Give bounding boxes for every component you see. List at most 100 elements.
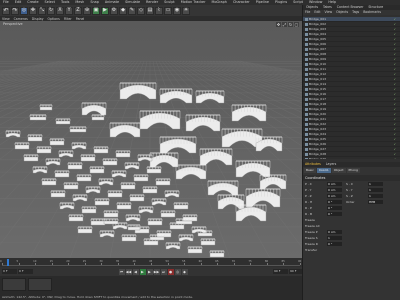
material-slot[interactable]	[28, 278, 52, 291]
undo-icon[interactable]: ↶	[2, 6, 10, 15]
autokey-icon[interactable]: ◎	[174, 268, 181, 275]
attribute-head-tab[interactable]: Layers	[324, 162, 339, 167]
object-menu-item[interactable]: File	[303, 10, 312, 15]
next-frame-icon[interactable]: ▶	[146, 268, 153, 275]
attribute-tab[interactable]: Coord.	[316, 168, 331, 173]
visibility-icon[interactable]: ✓	[393, 127, 396, 131]
viewport-menu-item[interactable]: Filter	[62, 17, 74, 21]
visibility-icon[interactable]: ✓	[393, 112, 396, 116]
property-value[interactable]: 1	[327, 236, 342, 240]
camera-icon[interactable]: ◉	[173, 6, 181, 15]
property-value[interactable]: 0 °	[327, 206, 342, 210]
goto-start-icon[interactable]: ⏮	[118, 268, 125, 275]
floor-icon[interactable]: ▭	[164, 6, 172, 15]
material-slot[interactable]	[2, 278, 26, 291]
visibility-icon[interactable]: ✓	[393, 117, 396, 121]
move-tool-icon[interactable]: ✥	[29, 6, 37, 15]
visibility-icon[interactable]: ✓	[393, 82, 396, 86]
property-value[interactable]: 0 °	[327, 242, 342, 246]
x-axis-icon[interactable]: X	[56, 6, 64, 15]
property-value[interactable]: 1	[368, 182, 383, 186]
render-picture-icon[interactable]: ▶	[101, 6, 109, 15]
property-value[interactable]: 0 cm	[327, 230, 342, 234]
redo-icon[interactable]: ↷	[11, 6, 19, 15]
visibility-icon[interactable]: ✓	[393, 132, 396, 136]
viewport-menu-item[interactable]: View	[0, 17, 12, 21]
visibility-icon[interactable]: ✓	[393, 32, 396, 36]
visibility-icon[interactable]: ✓	[393, 47, 396, 51]
prev-key-icon[interactable]: ◀◀	[125, 268, 132, 275]
next-key-icon[interactable]: ▶▶	[153, 268, 160, 275]
timeline[interactable]: 0 5 10 15 20 25 30 35 40 45 50 55 60 65 70 75 80 85 90	[0, 258, 302, 267]
object-menu-item[interactable]: Objects	[334, 10, 350, 15]
start-frame-field[interactable]: 0 F	[18, 269, 33, 274]
attribute-tab[interactable]: Object	[331, 168, 346, 173]
current-frame-field[interactable]: 0 F	[2, 269, 17, 274]
visibility-icon[interactable]: ✓	[393, 152, 396, 156]
visibility-icon[interactable]: ✓	[393, 52, 396, 56]
cube-icon[interactable]: ◆	[119, 6, 127, 15]
property-value[interactable]: 0 cm	[327, 182, 342, 186]
visibility-icon[interactable]: ✓	[393, 87, 396, 91]
visibility-icon[interactable]: ✓	[393, 27, 396, 31]
property-value[interactable]: 0 cm	[327, 194, 342, 198]
maximize-icon[interactable]: ▢	[294, 22, 299, 27]
object-menu-item[interactable]: View	[323, 10, 335, 15]
attribute-tab[interactable]: Phong	[346, 168, 360, 173]
property-value[interactable]: 1	[368, 188, 383, 192]
property-value[interactable]: 1	[368, 194, 383, 198]
visibility-icon[interactable]: ✓	[393, 57, 396, 61]
object-menu-item[interactable]: Tags	[350, 10, 361, 15]
render-view-icon[interactable]: ▣	[92, 6, 100, 15]
object-menu-item[interactable]: Bookmarks	[361, 10, 383, 15]
visibility-icon[interactable]: ✓	[393, 102, 396, 106]
viewport-menu-item[interactable]: Display	[30, 17, 46, 21]
live-select-icon[interactable]: ◎	[20, 6, 28, 15]
perspective-viewport[interactable]: Perspective ✥ ⤢ ↻ ▢	[0, 21, 302, 258]
visibility-icon[interactable]: ✓	[393, 37, 396, 41]
z-axis-icon[interactable]: Z	[74, 6, 82, 15]
render-settings-icon[interactable]: ⚙	[110, 6, 118, 15]
property-value[interactable]: 0 °	[327, 212, 342, 216]
property-value[interactable]: HPB	[368, 200, 383, 204]
play-icon[interactable]: ▶	[139, 268, 146, 275]
viewport-menu-item[interactable]: Panel	[74, 17, 87, 21]
object-row[interactable]: Bridge_029 ✓	[303, 157, 400, 159]
visibility-icon[interactable]: ✓	[393, 22, 396, 26]
property-value[interactable]: 0 °	[327, 200, 342, 204]
coord-system-icon[interactable]: ⊕	[83, 6, 91, 15]
playhead[interactable]	[7, 259, 9, 266]
attribute-head-tab[interactable]: Attributes	[303, 162, 323, 167]
end-frame-field[interactable]: 90 F	[273, 269, 288, 274]
array-icon[interactable]: ▤	[146, 6, 154, 15]
rotate-icon[interactable]: ↻	[288, 22, 293, 27]
visibility-icon[interactable]: ✓	[393, 157, 396, 159]
visibility-icon[interactable]: ✓	[393, 137, 396, 141]
visibility-icon[interactable]: ✓	[393, 92, 396, 96]
visibility-icon[interactable]: ✓	[393, 67, 396, 71]
prev-frame-icon[interactable]: ◀	[132, 268, 139, 275]
visibility-icon[interactable]: ✓	[393, 122, 396, 126]
key-icon[interactable]: ◆	[181, 268, 188, 275]
visibility-icon[interactable]: ✓	[393, 72, 396, 76]
y-axis-icon[interactable]: Y	[65, 6, 73, 15]
scale-tool-icon[interactable]: ⤡	[38, 6, 46, 15]
visibility-icon[interactable]: ✓	[393, 107, 396, 111]
attribute-tab[interactable]: Basic	[304, 168, 316, 173]
visibility-icon[interactable]: ✓	[393, 62, 396, 66]
visibility-icon[interactable]: ✓	[393, 147, 396, 151]
object-menu-item[interactable]: Edit	[312, 10, 322, 15]
viewport-menu-item[interactable]: Cameras	[12, 17, 30, 21]
timeline-ruler[interactable]: 0 5 10 15 20 25 30 35 40 45 50 55 60 65 70 75 80 85 90	[0, 259, 301, 266]
viewport-menu-item[interactable]: Options	[46, 17, 62, 21]
object-list[interactable]: Bridge_001 ✓ Bridge_002 ✓ Bridge_003 ✓ Bridge_…	[303, 17, 400, 159]
visibility-icon[interactable]: ✓	[393, 17, 396, 21]
zoom-icon[interactable]: ⤢	[282, 22, 287, 27]
goto-end-icon[interactable]: ⏭	[160, 268, 167, 275]
visibility-icon[interactable]: ✓	[393, 42, 396, 46]
deformer-icon[interactable]: ⌇	[155, 6, 163, 15]
visibility-icon[interactable]: ✓	[393, 97, 396, 101]
rotate-tool-icon[interactable]: ↻	[47, 6, 55, 15]
visibility-icon[interactable]: ✓	[393, 142, 396, 146]
subdivision-icon[interactable]: ◇	[137, 6, 145, 15]
